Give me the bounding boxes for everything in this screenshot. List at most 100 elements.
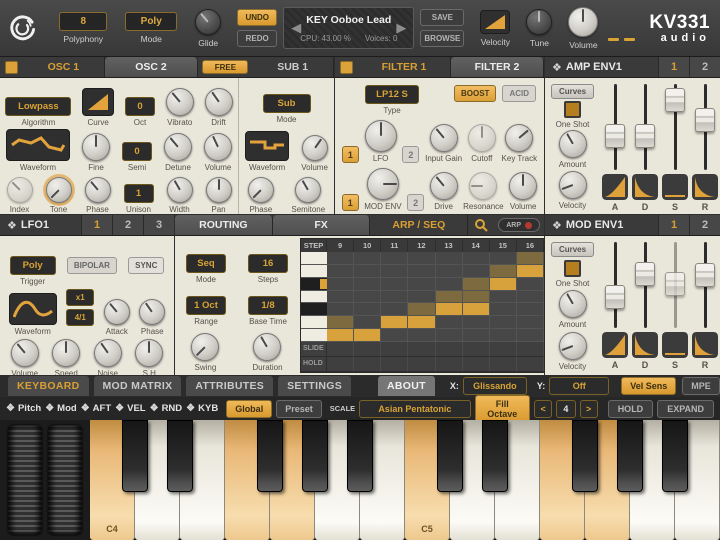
- osc2-phase-knob[interactable]: [84, 177, 111, 203]
- glide-knob[interactable]: [195, 8, 222, 35]
- step-cell[interactable]: [327, 290, 355, 304]
- amp-amount-knob[interactable]: [558, 130, 587, 159]
- step-cell[interactable]: [408, 303, 436, 317]
- adsr-slider-D[interactable]: D: [630, 84, 660, 214]
- adsr-slider-D[interactable]: D: [630, 242, 660, 375]
- slide-cell[interactable]: [381, 341, 409, 357]
- step-cell[interactable]: [354, 290, 382, 304]
- slide-cell[interactable]: [489, 341, 517, 357]
- black-key-after-G5[interactable]: [617, 420, 643, 492]
- global-button[interactable]: Global: [226, 399, 273, 418]
- filter-modenv2-button[interactable]: 2: [407, 194, 425, 211]
- step-cell[interactable]: [408, 264, 436, 278]
- scale-value[interactable]: Asian Pentatonic: [359, 399, 471, 418]
- step-cell[interactable]: [408, 329, 436, 342]
- step-cell[interactable]: [327, 264, 355, 278]
- slide-cell[interactable]: [435, 341, 463, 357]
- tone-knob[interactable]: [45, 177, 72, 203]
- filter-lfo2-button[interactable]: 2: [402, 146, 420, 163]
- step-cell[interactable]: [435, 252, 463, 265]
- lfo-sh-knob[interactable]: [135, 339, 164, 367]
- algorithm-value[interactable]: Lowpass: [5, 97, 72, 116]
- step-cell[interactable]: [354, 329, 382, 342]
- tab-mod-matrix[interactable]: MOD MATRIX: [93, 376, 182, 396]
- step-cell[interactable]: [462, 290, 490, 304]
- step-cell[interactable]: [327, 252, 355, 265]
- hold-cell[interactable]: [408, 356, 436, 372]
- step-cell[interactable]: [489, 316, 517, 330]
- drive-knob[interactable]: [429, 172, 458, 200]
- amp-one-shot-checkbox[interactable]: [564, 100, 581, 118]
- adsr-slider-A[interactable]: A: [600, 84, 630, 214]
- adsr-slider-S[interactable]: S: [660, 242, 690, 375]
- adsr-slider-R[interactable]: R: [690, 242, 720, 375]
- step-cell[interactable]: [381, 329, 409, 342]
- polyphony-value[interactable]: 8: [59, 12, 108, 31]
- lfo-menu-icon[interactable]: ❖: [0, 215, 21, 235]
- step-cell[interactable]: [516, 290, 544, 304]
- mpe-button[interactable]: MPE: [682, 377, 720, 395]
- tab-fx[interactable]: FX: [272, 215, 371, 235]
- slide-cell[interactable]: [327, 341, 355, 357]
- oct-value[interactable]: 0: [124, 97, 155, 116]
- step-cell[interactable]: [462, 277, 490, 291]
- seq-basetime-value[interactable]: 1/8: [248, 296, 288, 315]
- step-cell[interactable]: [354, 252, 382, 265]
- vibrato-knob[interactable]: [165, 88, 194, 116]
- tab-filter2[interactable]: FILTER 2: [451, 57, 544, 77]
- step-cell[interactable]: [327, 316, 355, 330]
- mod-env-tab-1[interactable]: 1: [658, 215, 689, 235]
- mode-value[interactable]: Poly: [125, 12, 178, 31]
- tab-routing[interactable]: ROUTING: [175, 215, 273, 235]
- kb-toggle-pitch[interactable]: ❖ Pitch: [6, 403, 41, 414]
- adsr-slider-A[interactable]: A: [600, 242, 630, 375]
- black-key-after-A5[interactable]: [662, 420, 688, 492]
- step-cell[interactable]: [516, 303, 544, 317]
- key-track-knob[interactable]: [505, 124, 534, 152]
- step-cell[interactable]: [489, 303, 517, 317]
- step-cell[interactable]: [462, 264, 490, 278]
- osc2-waveform-icon[interactable]: [6, 129, 70, 161]
- pitch-wheel[interactable]: [8, 425, 42, 535]
- octave-down-button[interactable]: <: [534, 399, 553, 418]
- redo-button[interactable]: REDO: [237, 30, 278, 47]
- filter-volume-knob[interactable]: [509, 172, 538, 200]
- free-button[interactable]: FREE: [202, 60, 249, 74]
- input-gain-knob[interactable]: [429, 124, 458, 152]
- zoom-magnifier-icon[interactable]: [468, 215, 494, 235]
- width-knob[interactable]: [166, 177, 193, 203]
- lfo-noise-knob[interactable]: [93, 339, 122, 367]
- step-cell[interactable]: [381, 252, 409, 265]
- filter-lfo1-button[interactable]: 1: [341, 146, 359, 163]
- step-cell[interactable]: [327, 329, 355, 342]
- hold-cell[interactable]: [354, 356, 382, 372]
- step-cell[interactable]: [354, 277, 382, 291]
- env-menu-icon[interactable]: ❖: [545, 57, 566, 77]
- lfo-ratio-value[interactable]: 4/1: [66, 309, 95, 326]
- tab-about[interactable]: ABOUT: [378, 376, 435, 396]
- save-button[interactable]: SAVE: [420, 9, 465, 26]
- step-cell[interactable]: [327, 303, 355, 317]
- cutoff-knob[interactable]: [467, 124, 496, 152]
- y-axis-value[interactable]: Off: [549, 377, 610, 395]
- step-cell[interactable]: [489, 290, 517, 304]
- seq-steps-value[interactable]: 16: [248, 254, 288, 273]
- sub-phase-knob[interactable]: [247, 177, 274, 203]
- slide-cell[interactable]: [408, 341, 436, 357]
- undo-button[interactable]: UNDO: [237, 9, 278, 26]
- mod-velocity-knob[interactable]: [558, 331, 587, 360]
- hold-button[interactable]: HOLD: [607, 399, 654, 418]
- mod-env-tab-2[interactable]: 2: [689, 215, 720, 235]
- hold-cell[interactable]: [435, 356, 463, 372]
- step-cell[interactable]: [381, 290, 409, 304]
- fine-knob[interactable]: [82, 133, 110, 161]
- hold-cell[interactable]: [462, 356, 490, 372]
- duration-knob[interactable]: [253, 333, 282, 361]
- step-cell[interactable]: [435, 303, 463, 317]
- tab-keyboard[interactable]: KEYBOARD: [8, 376, 89, 396]
- curve-display-icon[interactable]: [82, 88, 115, 116]
- step-cell[interactable]: [435, 329, 463, 342]
- step-cell[interactable]: [516, 277, 544, 291]
- hold-cell[interactable]: [327, 356, 355, 372]
- filter-modenv-knob[interactable]: [366, 168, 399, 200]
